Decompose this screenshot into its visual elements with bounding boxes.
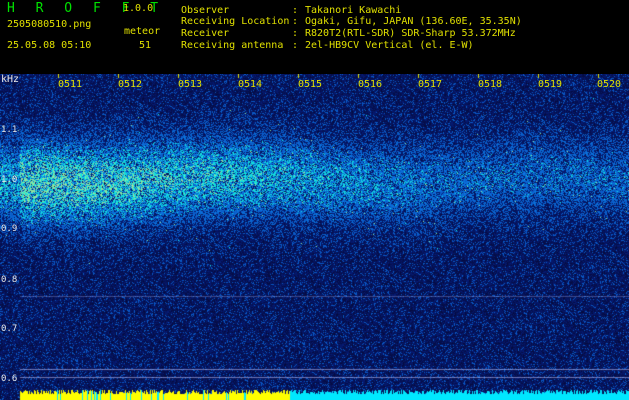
file-datetime: 25.05.08 05:10 xyxy=(7,40,92,51)
y-tick-1-0: 1.0 xyxy=(1,175,18,185)
y-tick-1-1: 1.1 xyxy=(1,125,18,135)
y-tick-0-6: 0.6 xyxy=(1,374,18,384)
app-version: 1.0.0 xyxy=(123,3,154,14)
spectrogram-panel: kHz 1.1 1.0 0.9 0.8 0.7 0.6 0511 0512 05… xyxy=(0,74,629,400)
x-tick-0517: 0517 xyxy=(418,79,443,90)
location-key: Receiving Location xyxy=(181,16,290,27)
meteor-count: 51 xyxy=(139,40,152,51)
x-tick-0514: 0514 xyxy=(238,79,263,90)
antenna-value: 2el-HB9CV Vertical (el. E-W) xyxy=(305,40,474,51)
antenna-key: Receiving antenna xyxy=(181,40,284,51)
y-tick-0-7: 0.7 xyxy=(1,324,18,334)
y-tick-0-9: 0.9 xyxy=(1,224,18,234)
x-tick-0516: 0516 xyxy=(358,79,383,90)
x-tick-0512: 0512 xyxy=(118,79,143,90)
observer-value: Takanori Kawachi xyxy=(305,5,402,16)
receiver-key: Receiver xyxy=(181,28,230,39)
x-tick-0513: 0513 xyxy=(178,79,203,90)
observer-key: Observer xyxy=(181,5,230,16)
x-tick-0520: 0520 xyxy=(597,79,622,90)
location-colon: : xyxy=(292,16,299,27)
receiver-value: R820T2(RTL-SDR) SDR-Sharp 53.372MHz xyxy=(305,28,516,39)
spectrogram-canvas xyxy=(0,74,629,400)
x-tick-0519: 0519 xyxy=(538,79,563,90)
antenna-colon: : xyxy=(292,40,299,51)
header-panel: H R O F F T 1.0.0 2505080510.png meteor … xyxy=(0,0,629,74)
receiver-colon: : xyxy=(292,28,299,39)
unit-label: kHz xyxy=(1,74,20,85)
x-tick-0511: 0511 xyxy=(58,79,83,90)
observer-colon: : xyxy=(292,5,299,16)
x-tick-0518: 0518 xyxy=(478,79,503,90)
location-value: Ogaki, Gifu, JAPAN (136.60E, 35.35N) xyxy=(305,16,522,27)
file-name: 2505080510.png xyxy=(7,19,92,30)
y-tick-0-8: 0.8 xyxy=(1,275,18,285)
meteor-label: meteor xyxy=(124,26,161,37)
x-tick-0515: 0515 xyxy=(298,79,323,90)
